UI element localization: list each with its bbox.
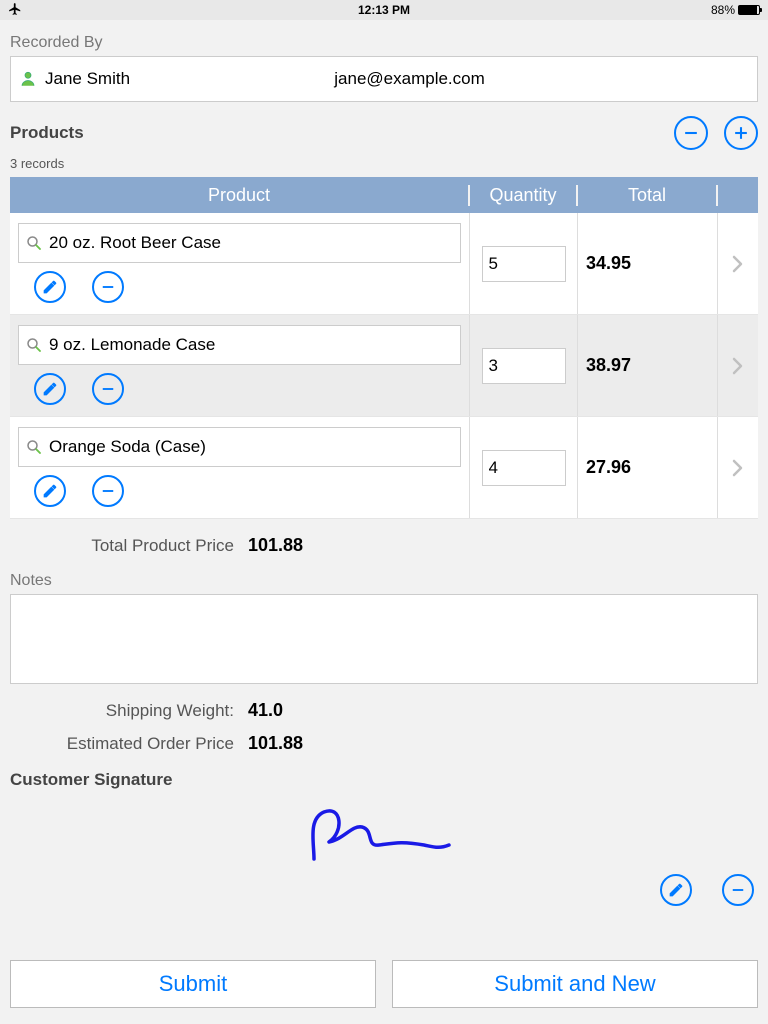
products-label: Products xyxy=(10,123,658,143)
shipping-weight-value: 41.0 xyxy=(248,700,283,721)
row-disclosure[interactable] xyxy=(718,213,758,314)
search-icon xyxy=(25,336,43,354)
recorded-by-field[interactable]: Jane Smith jane@example.com xyxy=(10,56,758,102)
row-disclosure[interactable] xyxy=(718,417,758,518)
col-total: Total xyxy=(578,185,718,206)
row-total: 38.97 xyxy=(578,315,718,416)
row-total: 34.95 xyxy=(578,213,718,314)
status-bar: 12:13 PM 88% xyxy=(0,0,768,20)
record-count: 3 records xyxy=(10,156,758,171)
quantity-input[interactable] xyxy=(482,348,566,384)
col-quantity: Quantity xyxy=(470,185,578,206)
clock: 12:13 PM xyxy=(0,3,768,17)
submit-and-new-button[interactable]: Submit and New xyxy=(392,960,758,1008)
person-icon xyxy=(19,70,37,88)
table-row: 20 oz. Root Beer Case 34.95 xyxy=(10,213,758,315)
add-product-button[interactable] xyxy=(724,116,758,150)
shipping-weight-label: Shipping Weight: xyxy=(10,701,248,721)
quantity-input[interactable] xyxy=(482,246,566,282)
table-row: Orange Soda (Case) 27.96 xyxy=(10,417,758,519)
estimated-price-value: 101.88 xyxy=(248,733,303,754)
row-total: 27.96 xyxy=(578,417,718,518)
product-lookup[interactable]: 9 oz. Lemonade Case xyxy=(18,325,461,365)
signature-pad[interactable] xyxy=(10,792,758,872)
edit-row-button[interactable] xyxy=(34,373,66,405)
delete-row-button[interactable] xyxy=(92,271,124,303)
recorded-by-email: jane@example.com xyxy=(70,69,749,89)
product-name: 20 oz. Root Beer Case xyxy=(49,233,221,253)
row-disclosure[interactable] xyxy=(718,315,758,416)
clear-signature-button[interactable] xyxy=(722,874,754,906)
notes-input[interactable] xyxy=(10,594,758,684)
quantity-input[interactable] xyxy=(482,450,566,486)
recorded-by-label: Recorded By xyxy=(10,34,758,52)
search-icon xyxy=(25,438,43,456)
battery-icon xyxy=(738,5,760,15)
total-product-price-label: Total Product Price xyxy=(10,536,248,556)
notes-label: Notes xyxy=(10,572,758,590)
edit-row-button[interactable] xyxy=(34,271,66,303)
col-product: Product xyxy=(10,185,470,206)
products-table: Product Quantity Total 20 oz. Root Beer … xyxy=(10,177,758,519)
remove-product-button[interactable] xyxy=(674,116,708,150)
delete-row-button[interactable] xyxy=(92,373,124,405)
estimated-price-label: Estimated Order Price xyxy=(10,734,248,754)
product-name: Orange Soda (Case) xyxy=(49,437,206,457)
table-row: 9 oz. Lemonade Case 38.97 xyxy=(10,315,758,417)
product-name: 9 oz. Lemonade Case xyxy=(49,335,215,355)
total-product-price-value: 101.88 xyxy=(248,535,303,556)
edit-signature-button[interactable] xyxy=(660,874,692,906)
delete-row-button[interactable] xyxy=(92,475,124,507)
signature-label: Customer Signature xyxy=(10,770,758,790)
edit-row-button[interactable] xyxy=(34,475,66,507)
product-lookup[interactable]: 20 oz. Root Beer Case xyxy=(18,223,461,263)
search-icon xyxy=(25,234,43,252)
product-lookup[interactable]: Orange Soda (Case) xyxy=(18,427,461,467)
signature-drawing xyxy=(294,797,474,867)
submit-button[interactable]: Submit xyxy=(10,960,376,1008)
